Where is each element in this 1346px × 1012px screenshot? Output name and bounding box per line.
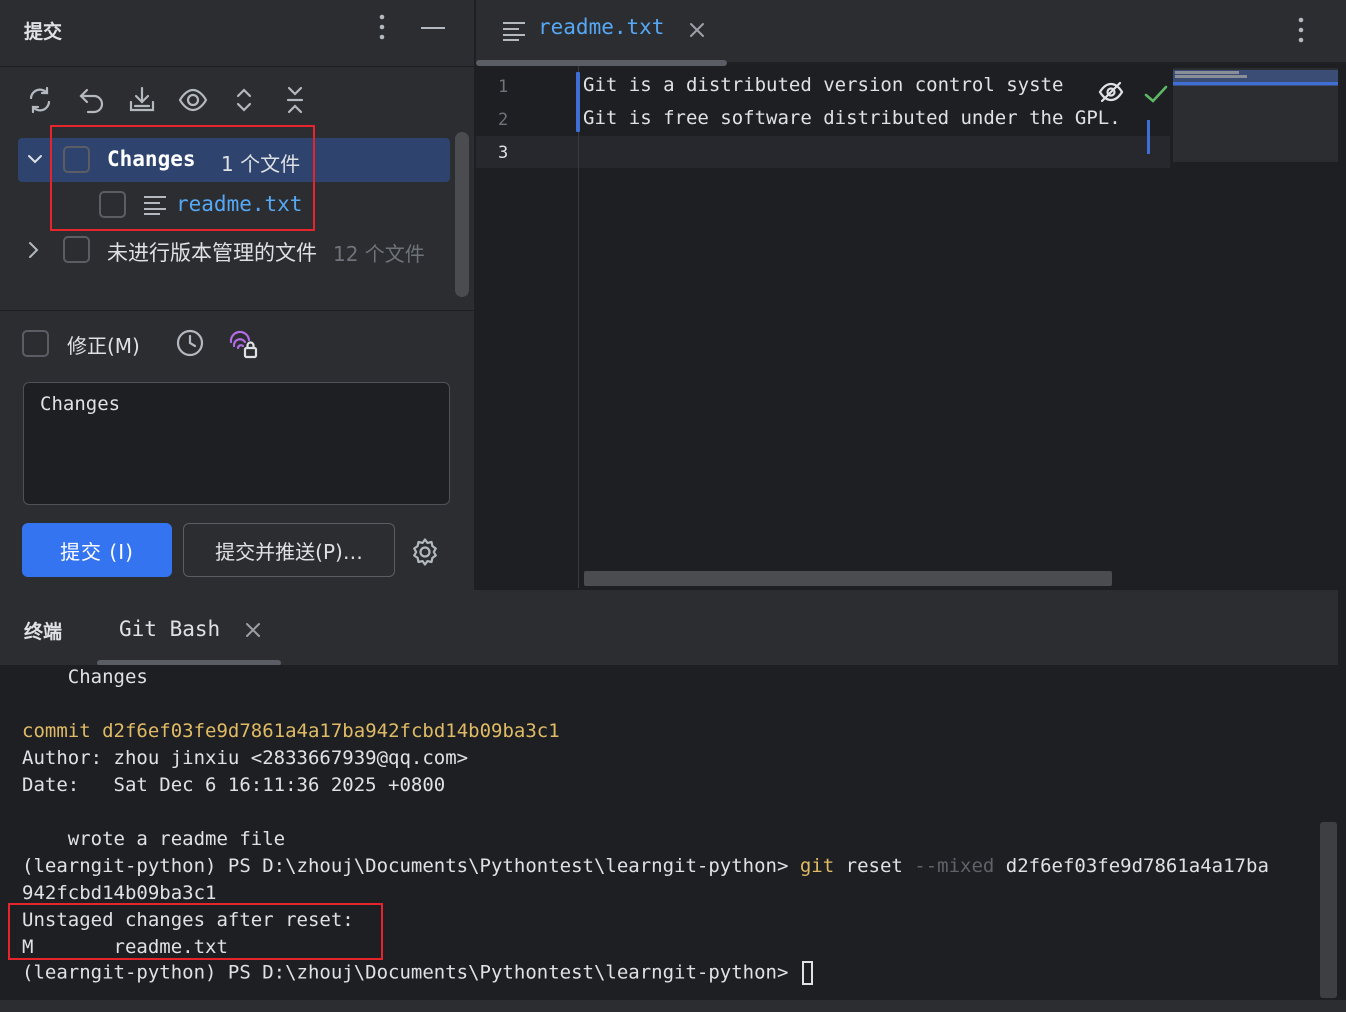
- gutter-separator: [578, 66, 579, 588]
- terminal-line: Unstaged changes after reset:: [22, 909, 354, 931]
- commit-and-push-button[interactable]: 提交并推送(P)…: [183, 523, 395, 577]
- expand-all-icon[interactable]: [226, 82, 262, 118]
- changes-count: 1 个文件: [221, 152, 301, 176]
- tree-scrollbar[interactable]: [455, 132, 469, 297]
- terminal-line: wrote a readme file: [22, 828, 286, 850]
- minimap-line: [1175, 71, 1239, 74]
- status-strip: [0, 1000, 1346, 1012]
- collapse-all-icon[interactable]: [277, 82, 313, 118]
- ai-assistant-lock-icon[interactable]: [228, 330, 258, 364]
- terminal-cursor: [801, 961, 813, 985]
- tree-row-unversioned[interactable]: 未进行版本管理的文件 12 个文件: [0, 228, 450, 272]
- chevron-down-icon[interactable]: [26, 149, 44, 173]
- commit-panel-header: 提交: [0, 0, 474, 67]
- divider: [0, 310, 474, 311]
- text-file-icon: [143, 195, 167, 219]
- minimize-icon[interactable]: [421, 27, 445, 29]
- line-number: 2: [498, 110, 509, 130]
- commit-keyword: commit: [22, 720, 91, 742]
- horizontal-scrollbar[interactable]: [584, 571, 1112, 586]
- minimap-line: [1175, 75, 1247, 78]
- editor: readme.txt 1 2 3 Git is a distributed ve…: [476, 0, 1346, 590]
- commit-message-input[interactable]: Changes: [23, 382, 450, 505]
- hash-arg: d2f6ef03fe9d7861a4a17ba: [994, 855, 1269, 877]
- tree-row-file[interactable]: readme.txt: [0, 183, 450, 227]
- git-command: git: [799, 855, 835, 877]
- rollback-icon[interactable]: [74, 82, 110, 118]
- terminal-line[interactable]: (learngit-python) PS D:\zhouj\Documents\…: [22, 961, 813, 985]
- window-edge: [1338, 590, 1346, 1012]
- change-stripe: [1147, 120, 1150, 154]
- file-label: readme.txt: [176, 192, 303, 216]
- changes-checkbox[interactable]: [63, 146, 90, 173]
- terminal-title: 终端: [24, 621, 63, 643]
- tab-indicator: [476, 60, 727, 66]
- close-tab-icon[interactable]: [689, 22, 705, 42]
- shelve-icon[interactable]: [124, 82, 160, 118]
- close-tab-icon[interactable]: [245, 622, 261, 642]
- current-line-highlight: [476, 136, 1170, 168]
- terminal-scrollbar[interactable]: [1320, 822, 1337, 998]
- terminal-line: Date: Sat Dec 6 16:11:36 2025 +0800: [22, 774, 446, 796]
- code-line[interactable]: Git is a distributed version control sys…: [583, 74, 1063, 96]
- terminal-line: Author: zhou jinxiu <2833667939@qq.com>: [22, 747, 469, 769]
- commit-hash: d2f6ef03fe9d7861a4a17ba942fcbd14b09ba3c1: [102, 720, 560, 742]
- vcs-change-marker[interactable]: [576, 72, 580, 132]
- chevron-right-icon[interactable]: [26, 239, 42, 265]
- reset-command: reset: [834, 855, 915, 877]
- tree-row-changes[interactable]: Changes 1 个文件: [18, 138, 450, 182]
- reader-mode-eye-off-icon[interactable]: [1098, 80, 1124, 108]
- editor-tab-readme[interactable]: readme.txt: [538, 15, 664, 39]
- terminal-line: 942fcbd14b09ba3c1: [22, 882, 217, 904]
- commit-panel: 提交 Changes 1 个文件 readme.txt 未进行版本管理的文件 1…: [0, 0, 474, 590]
- minimap-marker: [1173, 82, 1338, 85]
- terminal-line: (learngit-python) PS D:\zhouj\Documents\…: [22, 855, 1269, 877]
- code-line[interactable]: Git is free software distributed under t…: [583, 107, 1121, 129]
- mixed-flag: --mixed: [914, 855, 995, 877]
- terminal-line: M readme.txt: [22, 936, 228, 958]
- history-clock-icon[interactable]: [176, 329, 204, 361]
- line-number: 1: [498, 77, 509, 97]
- more-vertical-icon[interactable]: [371, 14, 393, 46]
- unversioned-label: 未进行版本管理的文件: [107, 241, 317, 265]
- text-file-icon: [502, 21, 526, 45]
- terminal-line: Changes: [22, 666, 148, 688]
- commit-button[interactable]: 提交 (I): [22, 523, 172, 577]
- terminal-line: commit d2f6ef03fe9d7861a4a17ba942fcbd14b…: [22, 720, 560, 742]
- show-diff-icon[interactable]: [175, 82, 211, 118]
- no-problems-check-icon[interactable]: [1144, 84, 1168, 108]
- prompt: (learngit-python) PS D:\zhouj\Documents\…: [22, 855, 800, 877]
- unversioned-count: 12 个文件: [333, 242, 425, 266]
- prompt: (learngit-python) PS D:\zhouj\Documents\…: [22, 961, 800, 984]
- line-number: 3: [498, 143, 509, 163]
- settings-gear-icon[interactable]: [410, 537, 440, 571]
- refresh-icon[interactable]: [22, 82, 58, 118]
- editor-tabbar: readme.txt: [476, 0, 1346, 62]
- panel-title: 提交: [24, 21, 63, 43]
- commit-message-text: Changes: [40, 393, 121, 415]
- unversioned-checkbox[interactable]: [63, 236, 90, 263]
- amend-label: 修正(M): [67, 334, 140, 358]
- file-checkbox[interactable]: [99, 191, 126, 218]
- minimap[interactable]: [1173, 68, 1338, 162]
- amend-checkbox[interactable]: [22, 330, 49, 357]
- tab-git-bash[interactable]: Git Bash: [119, 617, 220, 641]
- more-vertical-icon[interactable]: [1298, 17, 1304, 47]
- changes-label: Changes: [107, 147, 196, 171]
